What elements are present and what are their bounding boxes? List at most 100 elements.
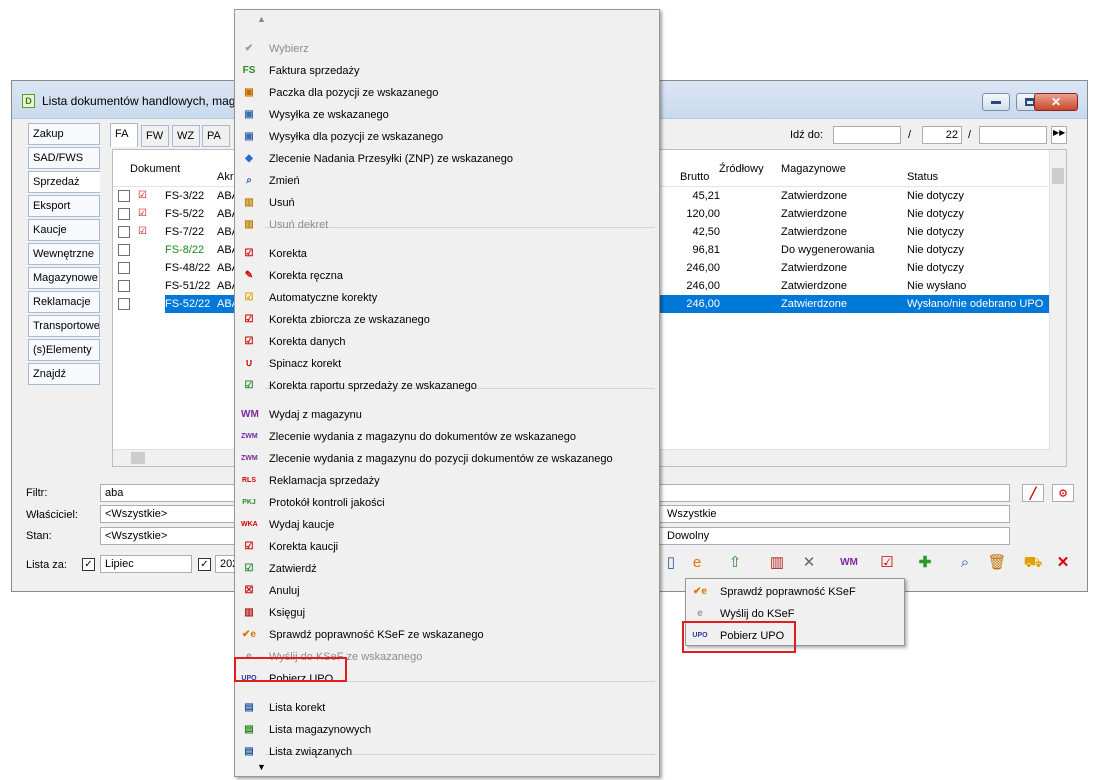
shipment-icon: ▣: [244, 109, 254, 120]
trash-icon[interactable]: 🗑: [986, 552, 1008, 574]
row-checkbox[interactable]: [118, 298, 130, 310]
menu-item-label: Korekta zbiorcza ze wskazanego: [269, 314, 430, 326]
ksef-check-icon: ✔e: [242, 629, 256, 640]
goto-select[interactable]: [979, 126, 1047, 144]
search-icon[interactable]: ⌕: [954, 552, 976, 574]
scroll-up-icon[interactable]: ▲: [257, 14, 266, 24]
menu-item[interactable]: WKA Wydaj kaucje: [235, 514, 659, 536]
col-header-dokument[interactable]: Dokument: [130, 163, 180, 175]
menu-item[interactable]: ▣ Wysyłka ze wskazanego: [235, 104, 659, 126]
list-for-checkbox[interactable]: ✓: [82, 558, 95, 571]
goto-page-field[interactable]: 22: [922, 126, 962, 144]
category-tab[interactable]: Kaucje: [28, 219, 100, 241]
menu-item[interactable]: ▣ Wysyłka dla pozycji ze wskazanego: [235, 126, 659, 148]
category-tab[interactable]: Reklamacje: [28, 291, 100, 313]
tools-icon[interactable]: ✕: [798, 552, 820, 574]
warehouse-status-cell: Zatwierdzone: [781, 280, 848, 292]
brutto-cell: 42,50: [692, 226, 720, 238]
category-tab[interactable]: Transportowe: [28, 315, 100, 337]
add-icon[interactable]: ✚: [914, 552, 936, 574]
row-checkbox[interactable]: [118, 244, 130, 256]
menu-item[interactable]: ✔e Sprawdź poprawność KSeF ze wskazanego: [235, 624, 659, 646]
books-icon[interactable]: ▥: [766, 552, 788, 574]
close-button[interactable]: ✕: [1034, 93, 1078, 111]
submenu-item[interactable]: ✔e Sprawdź poprawność KSeF: [686, 581, 904, 603]
category-tab[interactable]: Zakup: [28, 123, 100, 145]
menu-item-label: Korekta ręczna: [269, 270, 343, 282]
category-tab[interactable]: Eksport: [28, 195, 100, 217]
menu-item[interactable]: ▣ Paczka dla pozycji ze wskazanego: [235, 82, 659, 104]
menu-item[interactable]: PKJ Protokół kontroli jakości: [235, 492, 659, 514]
category-tab[interactable]: Znajdź: [28, 363, 100, 385]
menu-item[interactable]: ☑ Korekta kaucji: [235, 536, 659, 558]
menu-item[interactable]: ✎ Korekta ręczna: [235, 265, 659, 287]
col-header-zrodlowy[interactable]: Źródłowy: [719, 163, 764, 175]
export-icon[interactable]: ⇧: [724, 552, 746, 574]
col-header-brutto[interactable]: Brutto: [680, 171, 709, 183]
goto-next-icon[interactable]: ▶▶: [1051, 126, 1067, 144]
row-checkbox[interactable]: [118, 262, 130, 274]
col-header-status[interactable]: Status: [907, 171, 938, 183]
menu-item[interactable]: ▥ Usuń dekret: [235, 214, 659, 236]
row-checkbox[interactable]: [118, 280, 130, 292]
menu-item[interactable]: ZWM Zlecenie wydania z magazynu do dokume…: [235, 426, 659, 448]
menu-item-label: Spinacz korekt: [269, 358, 342, 370]
category-tab[interactable]: Sprzedaż: [28, 171, 100, 193]
ksef-status-cell: Nie dotyczy: [907, 262, 964, 274]
goto-date-field[interactable]: [833, 126, 901, 144]
tab-fw[interactable]: FW: [141, 125, 169, 147]
filter-settings-icon[interactable]: ⚙: [1052, 484, 1074, 502]
approve-icon[interactable]: ☑: [876, 552, 898, 574]
menu-item[interactable]: ◆ Zlecenie Nadania Przesyłki (ZNP) ze wsk…: [235, 148, 659, 170]
menu-item[interactable]: ▤ Lista korekt: [235, 697, 659, 719]
menu-item[interactable]: WM Wydaj z magazynu: [235, 404, 659, 426]
menu-item[interactable]: RLS Reklamacja sprzedaży: [235, 470, 659, 492]
tab-pa[interactable]: PA: [202, 125, 230, 147]
row-checkbox[interactable]: [118, 190, 130, 202]
close-list-icon[interactable]: ✕: [1052, 552, 1074, 574]
truck-icon[interactable]: ⛟: [1022, 552, 1044, 574]
menu-item[interactable]: ▤ Lista związanych: [235, 741, 659, 763]
menu-item[interactable]: ▤ Lista magazynowych: [235, 719, 659, 741]
menu-item[interactable]: ☒ Anuluj: [235, 580, 659, 602]
doc-number: FS-5/22: [165, 208, 205, 220]
menu-item[interactable]: ☑ Korekta raportu sprzedaży ze wskazanego: [235, 375, 659, 397]
document-icon[interactable]: ▯: [660, 552, 682, 574]
submenu-highlight-box: [682, 621, 796, 653]
vertical-scrollbar[interactable]: [1049, 150, 1066, 466]
menu-item[interactable]: FS Faktura sprzedaży: [235, 60, 659, 82]
category-tab[interactable]: (s)Elementy: [28, 339, 100, 361]
category-tab[interactable]: Wewnętrzne: [28, 243, 100, 265]
menu-item[interactable]: ☑ Korekta danych: [235, 331, 659, 353]
year-checkbox[interactable]: ✓: [198, 558, 211, 571]
menu-item-label: Wysyłka dla pozycji ze wskazanego: [269, 131, 444, 143]
minimize-button[interactable]: [982, 93, 1010, 111]
category-tab[interactable]: SAD/FWS: [28, 147, 100, 169]
menu-item[interactable]: ☑ Korekta: [235, 243, 659, 265]
menu-item-label: Zmień: [269, 175, 300, 187]
tab-fa[interactable]: FA: [110, 123, 138, 147]
scroll-down-icon[interactable]: ▼: [257, 762, 266, 772]
menu-item[interactable]: ZWM Zlecenie wydania z magazynu do pozycj…: [235, 448, 659, 470]
tab-wz[interactable]: WZ: [172, 125, 200, 147]
wm-icon[interactable]: WM: [838, 552, 860, 574]
menu-item-label: Usuń dekret: [269, 219, 329, 231]
row-checkbox[interactable]: [118, 208, 130, 220]
menu-item[interactable]: ∪ Spinacz korekt: [235, 353, 659, 375]
menu-item[interactable]: ⌕ Zmień: [235, 170, 659, 192]
ksef-icon[interactable]: e: [686, 552, 708, 574]
menu-item[interactable]: ☑ Korekta zbiorcza ze wskazanego: [235, 309, 659, 331]
clear-filter-icon[interactable]: ╱: [1022, 484, 1044, 502]
menu-item[interactable]: ☑ Automatyczne korekty: [235, 287, 659, 309]
row-checkbox[interactable]: [118, 226, 130, 238]
warehouse-status-cell: Zatwierdzone: [781, 190, 848, 202]
category-tab[interactable]: Magazynowe: [28, 267, 100, 289]
menu-item[interactable]: ☑ Zatwierdź: [235, 558, 659, 580]
month-select[interactable]: Lipiec: [100, 555, 192, 573]
menu-item[interactable]: ▥ Usuń: [235, 192, 659, 214]
bulk-correction-icon: ☑: [244, 314, 254, 325]
menu-item[interactable]: ✔ Wybierz: [235, 38, 659, 60]
menu-item[interactable]: ▥ Księguj: [235, 602, 659, 624]
col-header-magazynowe[interactable]: Magazynowe: [781, 163, 846, 175]
manual-correction-icon: ✎: [244, 270, 254, 281]
